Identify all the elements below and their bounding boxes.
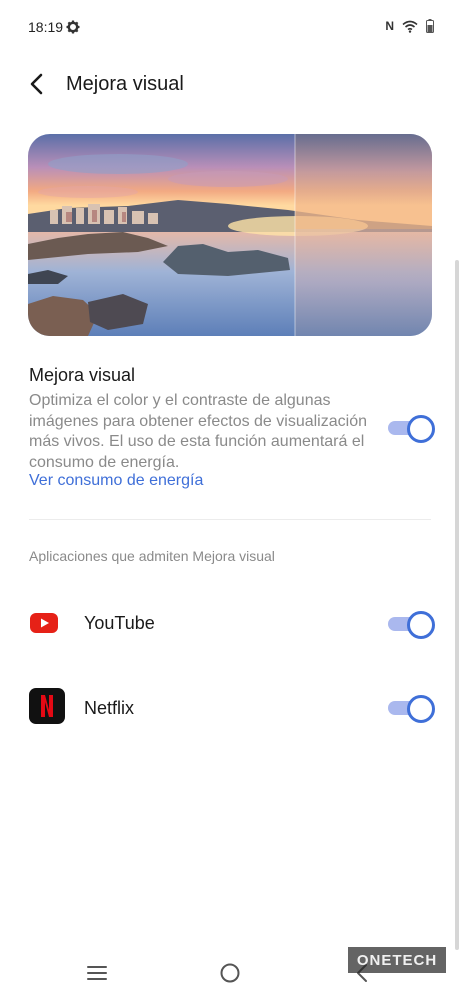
app-label-netflix: Netflix [84, 698, 135, 718]
youtube-toggle[interactable] [388, 610, 435, 639]
home-icon[interactable] [219, 962, 241, 984]
apps-section-header: Aplicaciones que admiten Mejora visual [29, 548, 275, 564]
netflix-icon [29, 688, 65, 724]
hero-image [28, 134, 432, 336]
status-time: 18:19 [28, 19, 64, 35]
app-row-youtube[interactable]: YouTube [0, 594, 460, 654]
netflix-toggle[interactable] [388, 694, 435, 723]
recents-icon[interactable] [86, 962, 108, 984]
app-label-youtube: YouTube [84, 613, 155, 633]
visual-enhancement-toggle[interactable] [388, 414, 435, 443]
feature-description: Optimiza el color y el contraste de algu… [29, 392, 367, 471]
page-title: Mejora visual [66, 73, 184, 95]
toggle-knob [407, 415, 435, 443]
battery-icon [426, 19, 434, 33]
toggle-knob [407, 695, 435, 723]
gear-icon [66, 20, 80, 34]
watermark-logo: ONETECH [348, 947, 446, 973]
toggle-knob [407, 611, 435, 639]
youtube-icon [30, 613, 58, 633]
status-bar: 18:19 N [0, 0, 460, 56]
app-row-netflix[interactable]: Netflix [0, 678, 460, 738]
nfc-icon: N [385, 19, 394, 33]
energy-consumption-link[interactable]: Ver consumo de energía [29, 472, 203, 490]
app-header: Mejora visual [0, 62, 460, 108]
wifi-icon [402, 20, 418, 33]
feature-title: Mejora visual [29, 365, 136, 385]
back-arrow-icon[interactable] [24, 70, 52, 98]
scrollbar[interactable] [455, 260, 459, 950]
divider [29, 519, 431, 520]
